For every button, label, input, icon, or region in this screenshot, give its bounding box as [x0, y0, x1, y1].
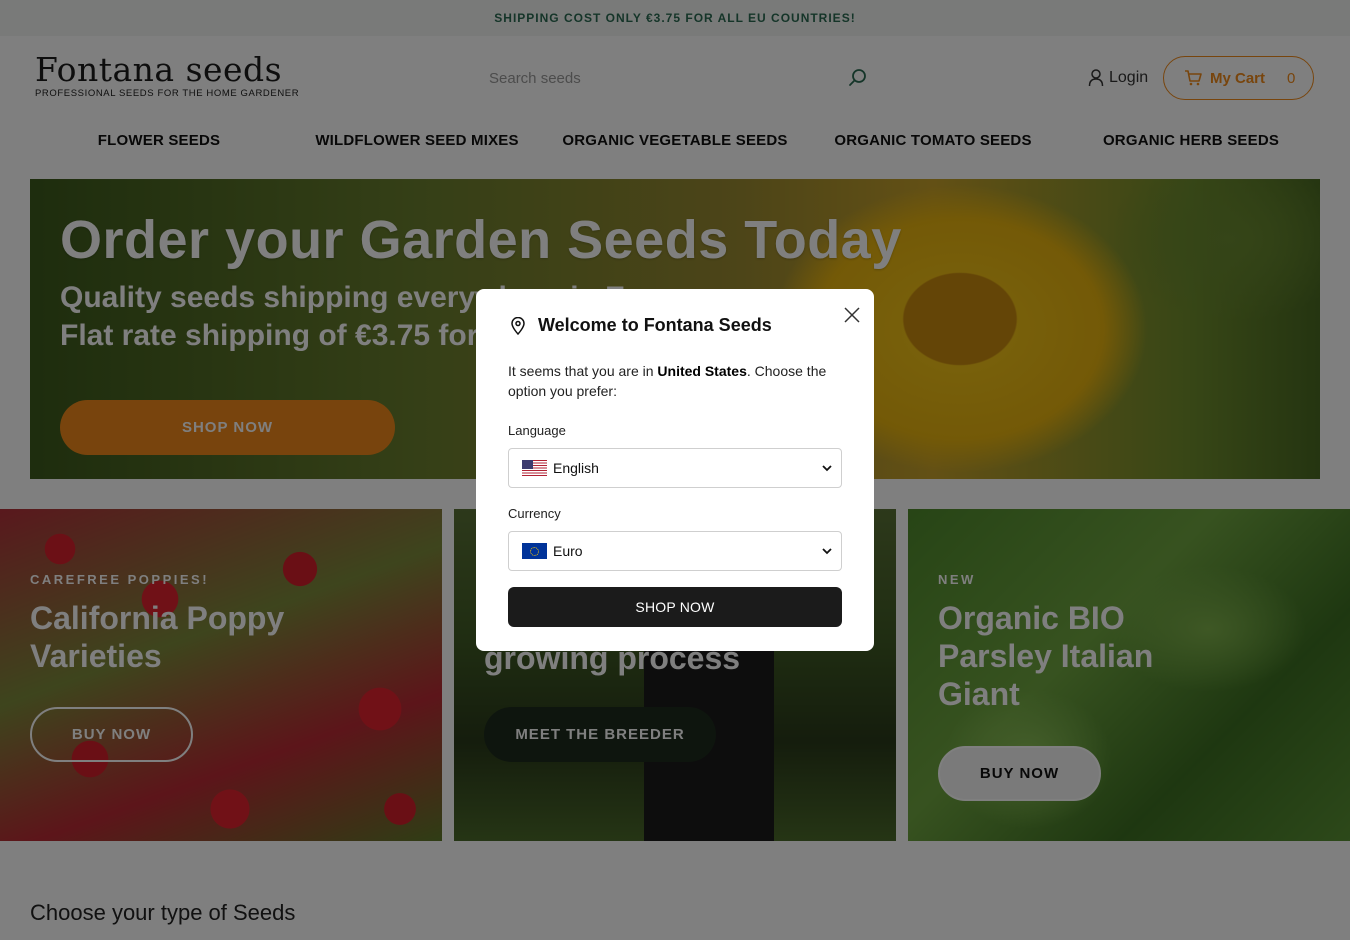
chevron-down-icon — [822, 465, 832, 472]
modal-title: Welcome to Fontana Seeds — [538, 315, 772, 335]
modal-message-prefix: It seems that you are in — [508, 363, 658, 379]
eu-flag-icon — [522, 543, 547, 559]
modal-shop-now-button[interactable]: SHOP NOW — [508, 587, 842, 627]
language-value: English — [553, 460, 599, 476]
currency-select[interactable]: Euro — [508, 531, 842, 571]
location-pin-icon — [511, 317, 525, 335]
chevron-down-icon — [822, 548, 832, 555]
detected-country: United States — [657, 363, 747, 379]
language-label: Language — [508, 423, 566, 438]
language-select[interactable]: English — [508, 448, 842, 488]
welcome-modal: Welcome to Fontana Seeds It seems that y… — [476, 289, 874, 651]
us-flag-icon — [522, 460, 547, 476]
currency-value: Euro — [553, 543, 583, 559]
close-icon[interactable] — [842, 305, 862, 325]
currency-label: Currency — [508, 506, 561, 521]
modal-message: It seems that you are in United States. … — [508, 361, 842, 401]
